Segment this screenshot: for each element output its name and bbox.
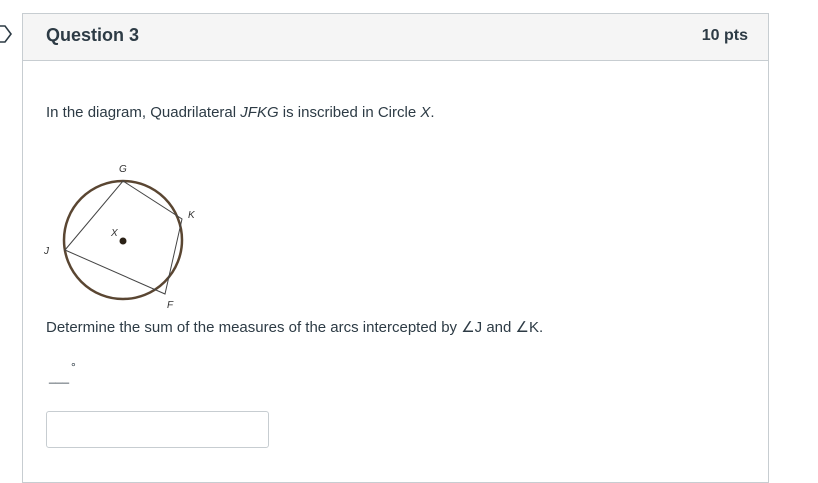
inscribed-quadrilateral-diagram: G K J F X: [43, 164, 196, 309]
question-text-end: .: [430, 104, 435, 121]
question-prompt: Determine the sum of the measures of the…: [46, 319, 544, 336]
label-k: K: [188, 210, 196, 221]
question-header: Question 3 10 pts: [23, 14, 768, 61]
answer-input[interactable]: [46, 411, 269, 448]
circle-name: X: [420, 104, 431, 121]
label-x: X: [110, 228, 118, 239]
answer-blank: ___: [49, 370, 70, 384]
question-card: Question 3 10 pts In the diagram, Quadri…: [22, 13, 769, 483]
label-g: G: [119, 164, 127, 175]
label-f: F: [167, 300, 174, 309]
degree-symbol: °: [71, 360, 76, 374]
question-points: 10 pts: [701, 27, 748, 44]
center-dot: [119, 237, 127, 245]
question-text: In the diagram, Quadrilateral JFKG is in…: [46, 104, 435, 121]
question-text-middle: is inscribed in Circle: [278, 104, 421, 121]
label-j: J: [43, 246, 50, 257]
flag-marker-icon[interactable]: [0, 25, 14, 43]
question-text-prefix: In the diagram, Quadrilateral: [46, 104, 241, 121]
quadrilateral-name: JFKG: [240, 104, 279, 121]
question-title: Question 3: [46, 25, 140, 45]
